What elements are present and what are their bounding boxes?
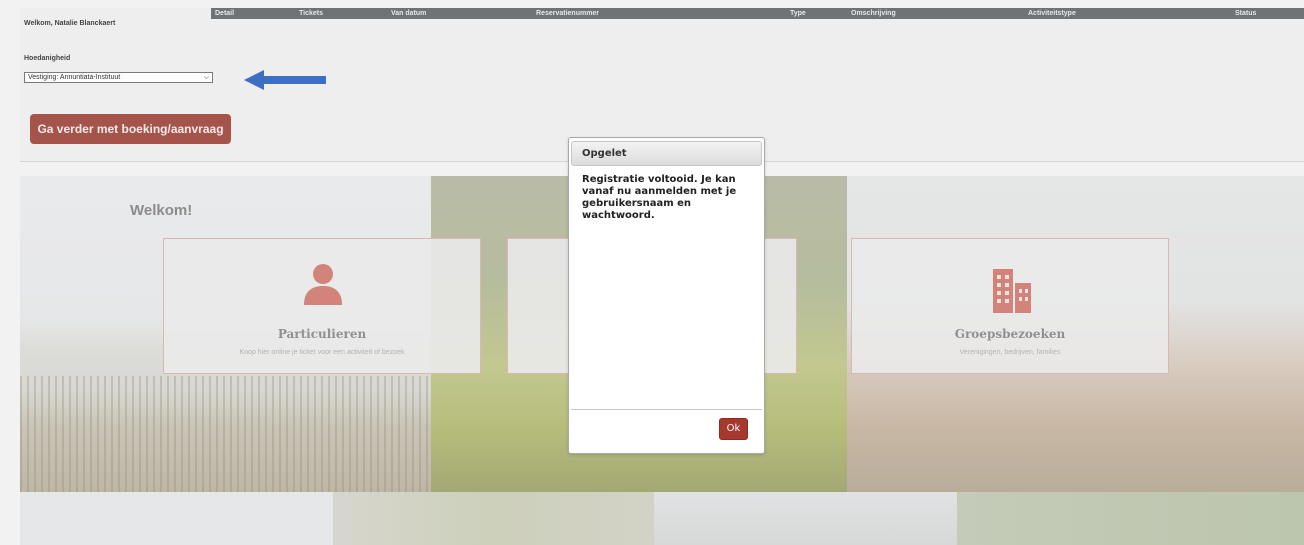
arrow-left-icon bbox=[244, 70, 326, 90]
column-header-status: Status bbox=[1235, 10, 1257, 17]
quantity-label: Hoedanigheid bbox=[24, 55, 71, 62]
bottom-photo-3 bbox=[654, 492, 957, 545]
hero-photo-reeds bbox=[20, 376, 431, 492]
alert-dialog: Opgelet Registratie voltooid. Je kan van… bbox=[568, 137, 765, 454]
dialog-title: Opgelet bbox=[582, 148, 627, 159]
column-header-type: Type bbox=[790, 10, 806, 17]
ok-button[interactable]: Ok bbox=[719, 418, 748, 440]
location-select-value: Vestiging: Annuntiata-Instituut bbox=[28, 74, 121, 81]
welcome-user-text: Welkom, Natalie Blanckaert bbox=[24, 20, 116, 27]
card-title: Groepsbezoeken bbox=[954, 327, 1066, 341]
column-header-description: Omschrijving bbox=[851, 10, 896, 17]
chevron-down-icon: ⌵ bbox=[203, 74, 209, 81]
location-select[interactable]: Vestiging: Annuntiata-Instituut ⌵ bbox=[24, 72, 213, 83]
bottom-photo-4 bbox=[957, 492, 1304, 545]
hero-welcome-title: Welkom! bbox=[130, 202, 193, 219]
column-header-activity-type: Activiteitstype bbox=[1028, 10, 1076, 17]
column-header-reservation-number: Reservatienummer bbox=[536, 10, 600, 17]
card-particulieren[interactable]: Particulieren Koop hier online je ticket… bbox=[163, 238, 481, 374]
dialog-titlebar[interactable]: Opgelet bbox=[571, 141, 762, 166]
building-icon bbox=[993, 269, 1031, 313]
column-header-tickets: Tickets bbox=[299, 10, 323, 17]
bottom-photo-2 bbox=[333, 492, 654, 545]
card-subtitle: Verenigingen, bedrijven, families bbox=[959, 349, 1061, 356]
column-header-from-date: Van datum bbox=[391, 10, 427, 17]
card-subtitle: Koop hier online je ticket voor een acti… bbox=[239, 349, 405, 356]
card-title: Particulieren bbox=[277, 327, 367, 341]
dialog-message: Registratie voltooid. Je kan vanaf nu aa… bbox=[582, 174, 737, 221]
card-groepsbezoeken[interactable]: Groepsbezoeken Verenigingen, bedrijven, … bbox=[851, 238, 1169, 374]
continue-booking-button[interactable]: Ga verder met boeking/aanvraag bbox=[30, 114, 231, 144]
column-header-detail: Detail bbox=[215, 10, 235, 17]
person-icon bbox=[304, 264, 342, 305]
reservations-table-header: Detail Tickets Van datum Reservatienumme… bbox=[211, 8, 1304, 19]
bottom-photo-1 bbox=[20, 492, 333, 545]
dialog-divider bbox=[571, 409, 762, 410]
